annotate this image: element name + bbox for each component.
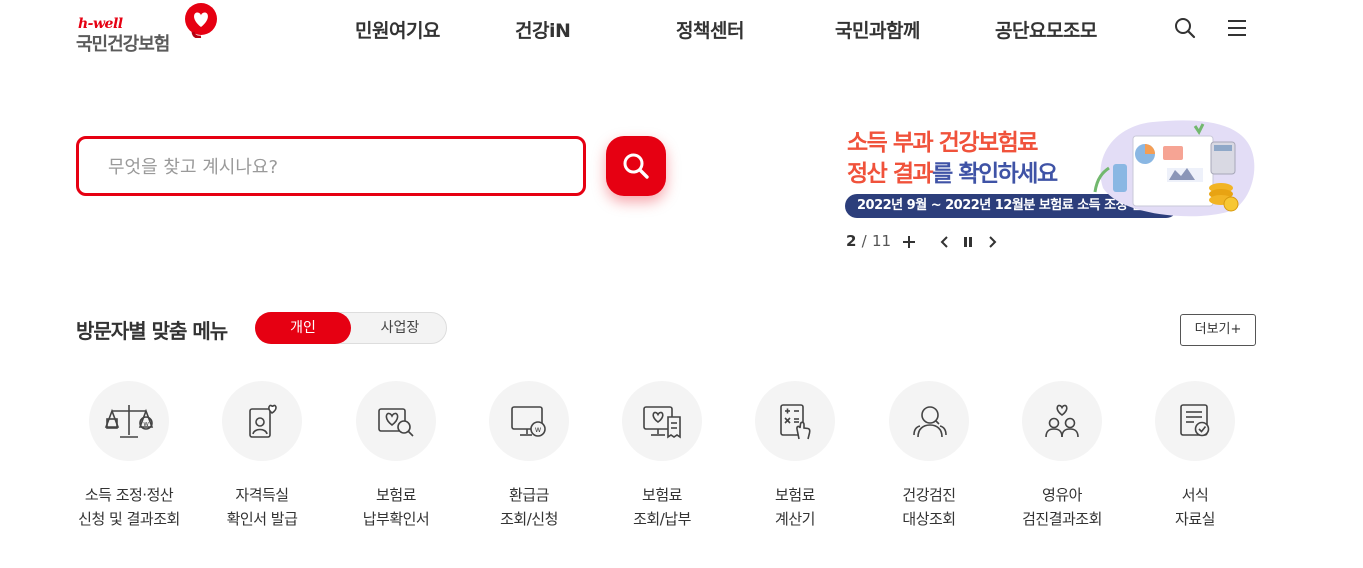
menu-item-label: 소득 조정·정산 신청 및 결과조회 [78,486,180,528]
site-logo[interactable]: h-well 국민건강보험 [76,3,226,55]
banner-next-button[interactable] [982,232,1002,252]
svg-text:w: w [143,420,149,428]
nav-item-about-nhis[interactable]: 공단요모조모 [995,16,1097,43]
menu-item-label: 서식 자료실 [1175,486,1215,528]
nav-item-policy-center[interactable]: 정책센터 [676,16,744,43]
header-search-button[interactable] [1173,16,1197,40]
menu-item-premium-inquiry[interactable]: 보험료 조회/납부 [595,381,729,541]
main-search-box [76,136,586,196]
svg-text:w: w [535,425,542,434]
menu-item-payment-confirmation[interactable]: 보험료 납부확인서 [329,381,463,541]
pause-icon [964,237,972,247]
menu-item-income-adjustment[interactable]: w 소득 조정·정산 신청 및 결과조회 [62,381,196,541]
monitor-coin-icon: w [511,406,546,437]
banner-headline-line2: 정산 결과를 확인하세요 [847,154,1058,188]
visitor-menu-title: 방문자별 맞춤 메뉴 [76,319,228,343]
menu-icon-circle [1155,381,1235,461]
promo-banner[interactable]: 소득 부과 건강보험료 정산 결과를 확인하세요 2022년 9월 ~ 2022… [845,118,1257,222]
menu-item-label: 보험료 조회/납부 [633,486,691,528]
search-icon [1175,18,1196,39]
menu-item-label: 건강검진 대상조회 [902,486,956,528]
menu-icon-circle [889,381,969,461]
menu-item-health-checkup-target[interactable]: 건강검진 대상조회 [862,381,996,541]
banner-illustration [1093,120,1255,217]
menu-item-premium-calculator[interactable]: 보험료 계산기 [728,381,862,541]
banner-headline-rest: 를 확인하세요 [932,161,1058,187]
menu-item-label: 보험료 계산기 [775,486,815,528]
nav-item-health-in[interactable]: 건강iN [515,16,571,43]
menu-item-label: 자격득실 확인서 발급 [226,486,298,528]
menu-item-refund[interactable]: w 환급금 조회/신청 [462,381,596,541]
id-card-heart-icon [249,404,277,438]
more-button[interactable]: 더보기+ [1180,314,1256,346]
menu-item-forms-archive[interactable]: 서식 자료실 [1128,381,1262,541]
menu-item-qualification-certificate[interactable]: 자격득실 확인서 발급 [195,381,329,541]
banner-current-page: 2 [846,232,857,250]
header-menu-button[interactable] [1225,16,1249,40]
chevron-left-icon [940,236,948,248]
banner-headline-highlight: 정산 결과 [847,161,934,187]
banner-page-separator: / [861,232,867,250]
monitor-receipt-icon [643,406,681,439]
logo-text: 국민건강보험 [76,34,170,55]
menu-icon-circle: w [89,381,169,461]
calculator-hand-icon [780,404,811,440]
menu-icon-circle [755,381,835,461]
visitor-type-toggle: 개인 사업장 [255,312,447,344]
toggle-business[interactable]: 사업장 [352,312,448,344]
banner-headline-line1: 소득 부과 건강보험료 [847,130,1038,156]
menu-icon-circle [222,381,302,461]
person-search-icon [913,406,947,438]
menu-icon-circle [1022,381,1102,461]
banner-page-counter: 2 / 11 [846,232,891,250]
menu-icon-circle [622,381,702,461]
banner-total-pages: 11 [871,232,892,250]
family-heart-icon [1045,404,1079,438]
menu-item-label: 환급금 조회/신청 [500,486,558,528]
plus-icon [903,236,915,248]
menu-icon-circle [356,381,436,461]
search-icon [623,153,649,179]
menu-item-label: 보험료 납부확인서 [362,486,430,528]
document-check-icon [1180,404,1210,437]
banner-prev-button[interactable] [935,232,955,252]
nav-item-with-people[interactable]: 국민과함께 [835,16,920,43]
main-search-button[interactable] [606,136,666,196]
menu-icon-circle: w [489,381,569,461]
toggle-individual[interactable]: 개인 [255,312,351,344]
logo-heart-icon [185,3,217,38]
nav-item-civil-service[interactable]: 민원여기요 [355,16,440,43]
menu-item-label: 영유아 검진결과조회 [1022,486,1102,528]
banner-pause-button[interactable] [958,232,978,252]
chevron-right-icon [989,236,997,248]
main-search-input[interactable] [106,153,550,181]
heart-search-icon [378,408,414,437]
menu-item-infant-checkup-result[interactable]: 영유아 검진결과조회 [995,381,1129,541]
scale-icon: w [104,405,154,438]
hamburger-menu-icon [1228,20,1246,36]
banner-view-all-button[interactable] [899,232,919,252]
